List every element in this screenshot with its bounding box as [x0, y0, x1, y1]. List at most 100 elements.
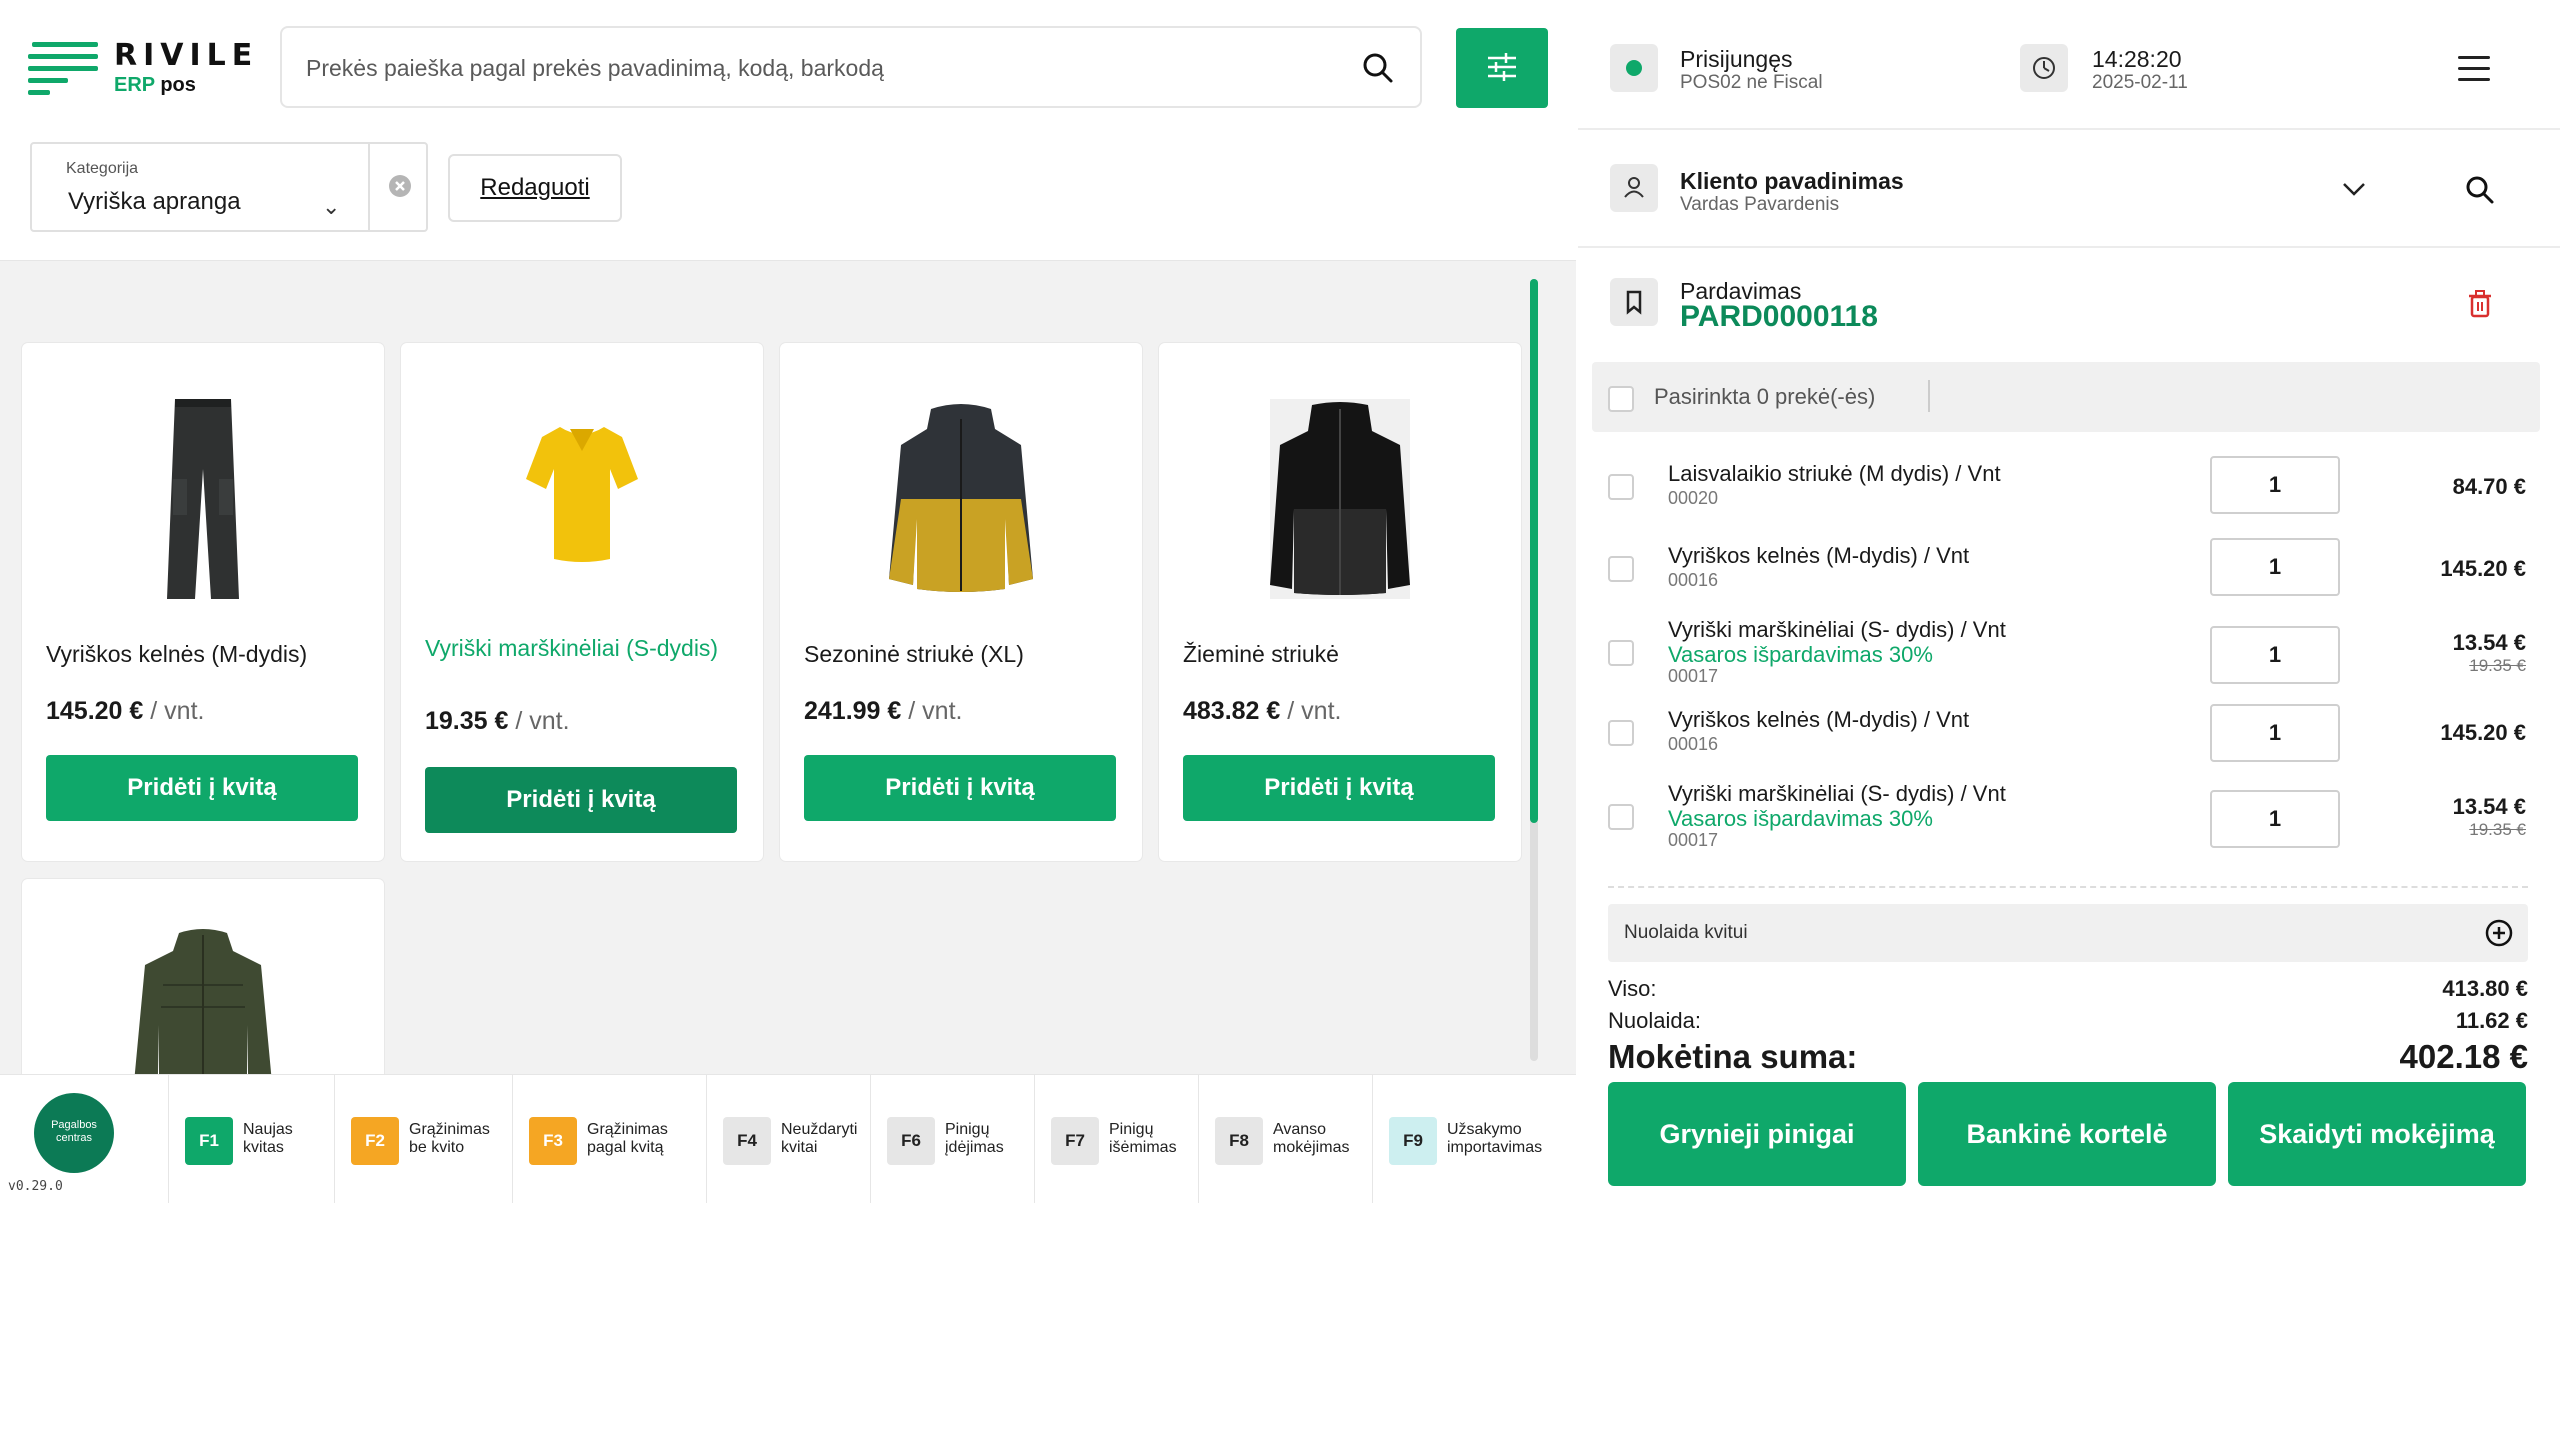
divider	[1928, 380, 1930, 412]
add-to-receipt-button[interactable]: Pridėti į kvitą	[46, 755, 358, 821]
fkey-f8[interactable]: F8 Avanso mokėjimas	[1198, 1075, 1372, 1203]
receipt-line[interactable]: Vyriški marškinėliai (S- dydis) / Vnt Va…	[1578, 618, 2560, 704]
line-checkbox[interactable]	[1608, 804, 1634, 830]
cash-button[interactable]: Grynieji pinigai	[1608, 1082, 1906, 1186]
add-to-receipt-button[interactable]: Pridėti į kvitą	[804, 755, 1116, 821]
fkey-f9[interactable]: F9 Užsakymo importavimas	[1372, 1075, 1576, 1203]
add-circle-icon[interactable]	[2484, 918, 2514, 948]
rivile-logo: RIVILE ERP pos	[28, 38, 258, 104]
product-card[interactable]: Sezoninė striukė (XL) 241.99 € / vnt. Pr…	[780, 343, 1142, 861]
selected-count: Pasirinkta 0 prekė(-ės)	[1654, 384, 1876, 409]
sale-number: PARD0000118	[1680, 300, 1878, 333]
select-all-bar: Pasirinkta 0 prekė(-ės)	[1592, 362, 2540, 432]
client-name: Vardas Pavardenis	[1680, 194, 1840, 215]
discount-row: Nuolaida: 11.62 €	[1608, 1008, 2528, 1034]
line-checkbox[interactable]	[1608, 640, 1634, 666]
grid-scrollbar[interactable]	[1530, 279, 1538, 1061]
category-select[interactable]: Kategorija Vyriška apranga ⌄	[30, 142, 428, 232]
line-checkbox[interactable]	[1608, 556, 1634, 582]
quantity-field[interactable]: 1	[2210, 704, 2340, 762]
fkey-badge: F7	[1051, 1117, 1099, 1165]
client-selector[interactable]: Kliento pavadinimas Vardas Pavardenis	[1578, 130, 2560, 248]
top-bar: RIVILE ERP pos Kategorija Vyriška aprang…	[0, 0, 1576, 260]
product-card[interactable]: Vyriškos kelnės (M-dydis) 145.20 € / vnt…	[22, 343, 384, 861]
clock-icon	[2020, 44, 2068, 92]
line-amount: 13.54 €	[2452, 630, 2526, 655]
line-checkbox[interactable]	[1608, 474, 1634, 500]
trash-icon[interactable]	[2468, 290, 2492, 318]
line-name: Vyriškos kelnės (M-dydis) / Vnt	[1668, 707, 1970, 732]
line-amount: 145.20 €	[2440, 720, 2526, 745]
fkey-f7[interactable]: F7 Pinigų išėmimas	[1034, 1075, 1198, 1203]
winter-jacket-icon	[1270, 399, 1410, 599]
edit-button[interactable]: Redaguoti	[448, 154, 622, 222]
quantity-field[interactable]: 1	[2210, 790, 2340, 848]
line-name: Vyriškos kelnės (M-dydis) / Vnt	[1668, 543, 1970, 568]
total-row: Mokėtina suma: 402.18 €	[1608, 1038, 2528, 1076]
fkey-f2[interactable]: F2 Grąžinimas be kvito	[334, 1075, 512, 1203]
line-amount: 13.54 €	[2452, 794, 2526, 819]
add-to-receipt-button[interactable]: Pridėti į kvitą	[1183, 755, 1495, 821]
product-price: 241.99 € / vnt.	[804, 697, 963, 725]
product-card[interactable]	[22, 879, 384, 1074]
time-display: 14:28:20	[2092, 46, 2182, 72]
quantity-field[interactable]: 1	[2210, 626, 2340, 684]
clear-category-button[interactable]	[368, 144, 430, 230]
category-label: Kategorija	[66, 160, 139, 177]
sum-value: 413.80 €	[2442, 976, 2528, 1001]
line-amount: 145.20 €	[2440, 556, 2526, 581]
divider	[1608, 886, 2528, 888]
discount-value: 11.62 €	[2455, 1008, 2528, 1033]
user-icon	[1610, 164, 1658, 212]
card-button[interactable]: Bankinė kortelė	[1918, 1082, 2216, 1186]
product-price: 19.35 € / vnt.	[425, 707, 570, 735]
product-price: 145.20 € / vnt.	[46, 697, 205, 725]
product-card[interactable]: Vyriški marškinėliai (S-dydis) 19.35 € /…	[401, 343, 763, 861]
pants-icon	[167, 399, 239, 599]
search-input[interactable]	[306, 48, 1306, 88]
help-center-button[interactable]: Pagalbos centras	[34, 1093, 114, 1173]
product-name: Vyriški marškinėliai (S-dydis)	[425, 635, 719, 661]
quantity-field[interactable]: 1	[2210, 538, 2340, 596]
line-code: 00016	[1668, 734, 1719, 754]
line-amount: 84.70 €	[2452, 474, 2526, 499]
fkey-label: Neuždaryti kvitai	[781, 1121, 858, 1156]
sum-row: Viso: 413.80 €	[1608, 976, 2528, 1002]
line-checkbox[interactable]	[1608, 720, 1634, 746]
chevron-down-icon[interactable]	[2340, 180, 2368, 200]
product-panel: RIVILE ERP pos Kategorija Vyriška aprang…	[0, 0, 1576, 1203]
clear-icon	[389, 175, 411, 197]
client-search-icon[interactable]	[2464, 174, 2496, 206]
fkey-f6[interactable]: F6 Pinigų įdėjimas	[870, 1075, 1034, 1203]
sliders-icon	[1488, 53, 1516, 81]
fkey-badge: F6	[887, 1117, 935, 1165]
product-name: Vyriškos kelnės (M-dydis)	[46, 641, 308, 667]
product-name: Žieminė striukė	[1183, 641, 1339, 667]
select-all-checkbox[interactable]	[1608, 386, 1634, 412]
scrollbar-thumb[interactable]	[1530, 279, 1538, 823]
line-name: Vyriški marškinėliai (S- dydis) / Vnt	[1668, 781, 2006, 806]
fkey-badge: F1	[185, 1117, 233, 1165]
fkey-f1[interactable]: F1 Naujas kvitas	[168, 1075, 334, 1203]
menu-icon[interactable]	[2458, 56, 2490, 89]
connection-status: Prisijungęs	[1680, 46, 1793, 72]
category-value: Vyriška apranga	[68, 188, 241, 215]
line-old-price: 19.35 €	[2469, 820, 2526, 839]
receipt-line[interactable]: Laisvalaikio striukė (M dydis) / Vnt 000…	[1578, 456, 2560, 548]
fkey-f4[interactable]: F4 Neuždaryti kvitai	[706, 1075, 870, 1203]
line-code: 00016	[1668, 570, 1719, 590]
brand-sub: ERP pos	[114, 74, 196, 96]
tshirt-icon	[526, 427, 638, 562]
filter-button[interactable]	[1456, 28, 1548, 108]
receipt-line[interactable]: Vyriški marškinėliai (S- dydis) / Vnt Va…	[1578, 782, 2560, 868]
line-name: Laisvalaikio striukė (M dydis) / Vnt	[1668, 461, 2001, 486]
add-to-receipt-button[interactable]: Pridėti į kvitą	[425, 767, 737, 833]
search-icon[interactable]	[1360, 50, 1396, 86]
split-payment-button[interactable]: Skaidyti mokėjimą	[2228, 1082, 2526, 1186]
product-card[interactable]: Žieminė striukė 483.82 € / vnt. Pridėti …	[1159, 343, 1521, 861]
fkey-badge: F4	[723, 1117, 771, 1165]
receipt-discount-row[interactable]: Nuolaida kvitui	[1608, 904, 2528, 962]
product-price: 483.82 € / vnt.	[1183, 697, 1342, 725]
fkey-f3[interactable]: F3 Grąžinimas pagal kvitą	[512, 1075, 706, 1203]
quantity-field[interactable]: 1	[2210, 456, 2340, 514]
